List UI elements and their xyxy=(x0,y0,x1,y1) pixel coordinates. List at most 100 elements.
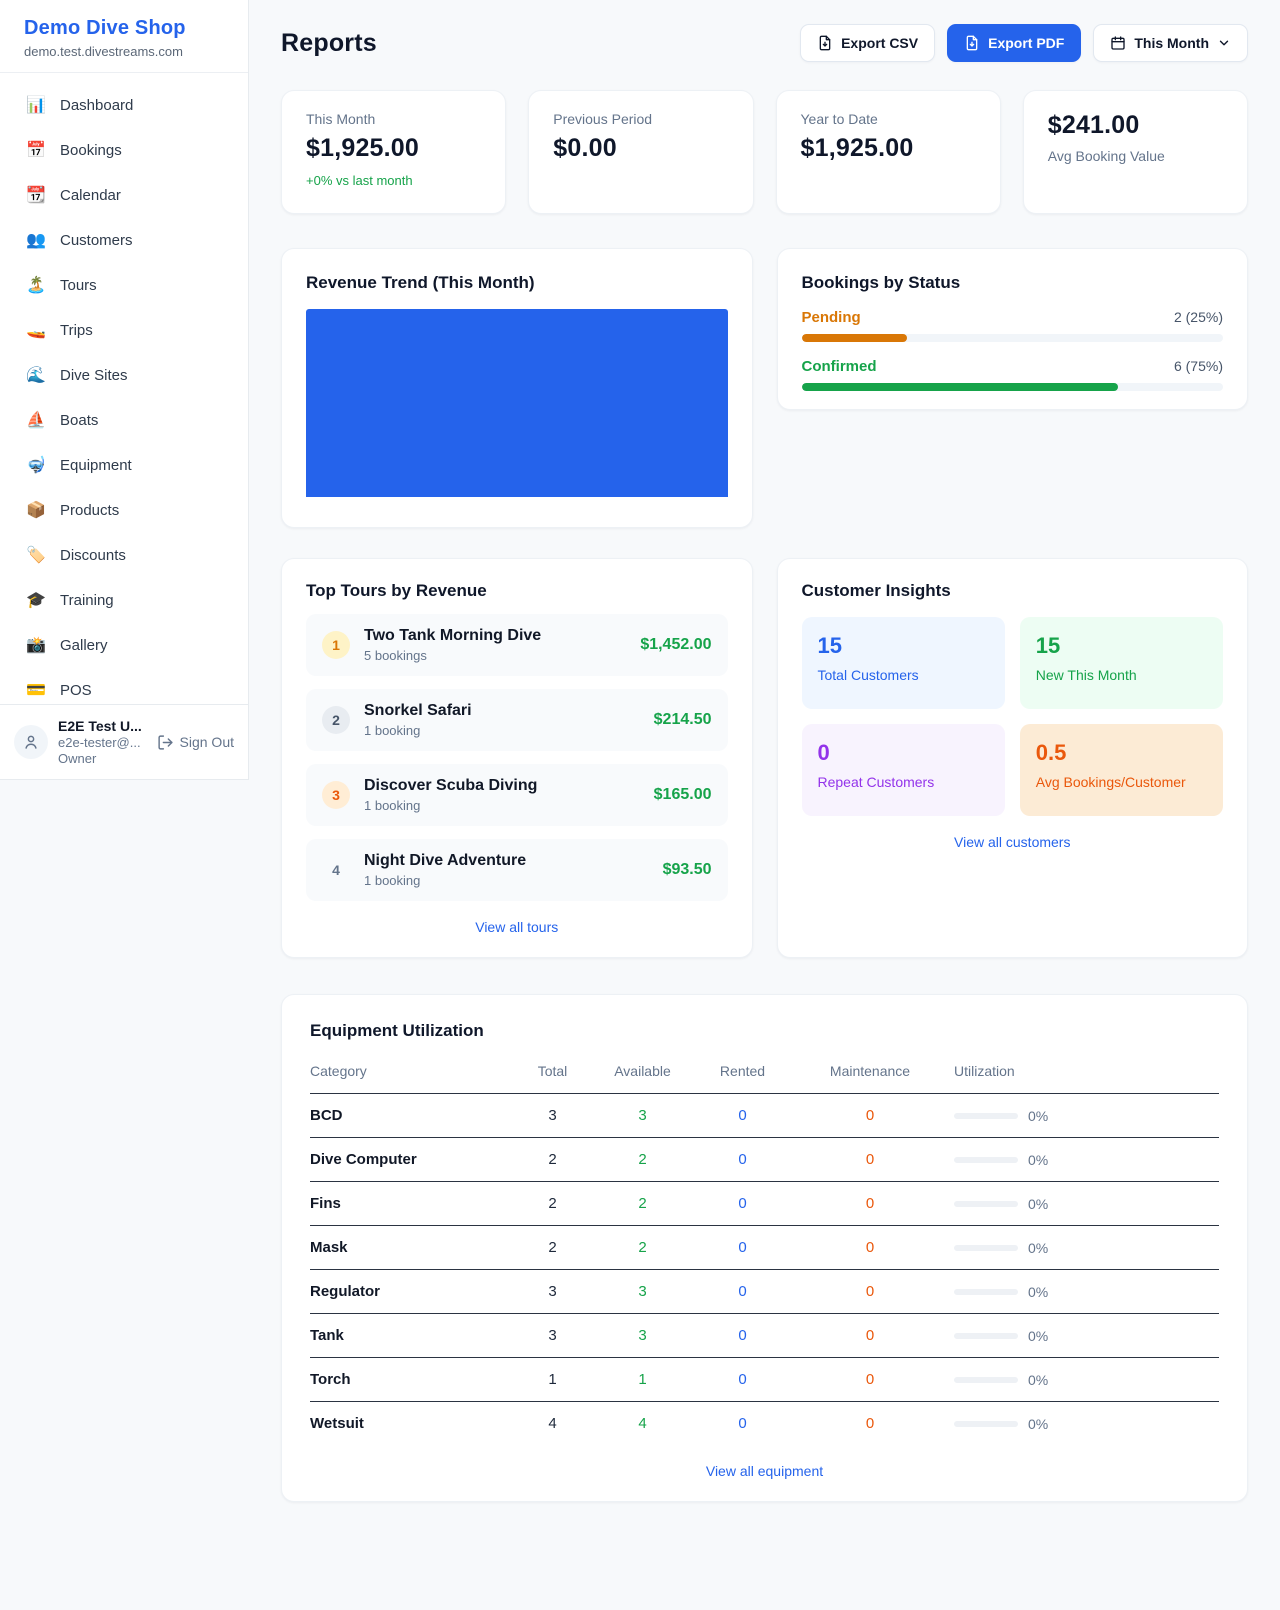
rank-badge: 3 xyxy=(322,781,350,809)
sidebar-item-trips[interactable]: 🚤Trips xyxy=(12,312,236,348)
tile-value: 15 xyxy=(818,633,989,659)
period-label: This Month xyxy=(1134,35,1209,51)
utilization-percent: 0% xyxy=(1028,1240,1048,1256)
user-email: e2e-tester@... xyxy=(58,735,147,750)
sidebar-item-discounts[interactable]: 🏷️ Discounts xyxy=(12,537,236,573)
status-label: Confirmed xyxy=(802,358,877,375)
cell-available: 3 xyxy=(600,1314,685,1358)
utilization-bar xyxy=(954,1157,1018,1163)
period-dropdown[interactable]: This Month xyxy=(1093,24,1248,62)
tour-name: Snorkel Safari xyxy=(364,702,472,720)
tour-bookings: 1 booking xyxy=(364,873,526,888)
cell-available: 2 xyxy=(600,1138,685,1182)
cell-category: Tank xyxy=(310,1314,505,1358)
cell-rented: 0 xyxy=(685,1182,800,1226)
column-header-rented: Rented xyxy=(685,1055,800,1094)
tile-label: Avg Bookings/Customer xyxy=(1036,774,1207,790)
sign-out-button[interactable]: Sign Out xyxy=(157,734,234,751)
chevron-down-icon xyxy=(1217,36,1231,50)
cell-available: 1 xyxy=(600,1358,685,1402)
stat-card-year-to-date: Year to Date $1,925.00 xyxy=(776,90,1001,214)
sidebar-item-calendar[interactable]: 📆Calendar xyxy=(12,177,236,213)
sidebar-item-customers[interactable]: 👥Customers xyxy=(12,222,236,258)
file-download-icon xyxy=(817,35,833,51)
user-info: E2E Test U... e2e-tester@... Owner xyxy=(58,718,147,766)
table-row: Regulator 3 3 0 0 0% xyxy=(310,1270,1219,1314)
cell-category: BCD xyxy=(310,1094,505,1138)
utilization-percent: 0% xyxy=(1028,1372,1048,1388)
sidebar-item-training[interactable]: 🎓Training xyxy=(12,582,236,618)
sidebar-item-label: Customers xyxy=(60,232,133,249)
stat-label: This Month xyxy=(306,111,481,127)
revenue-trend-card: Revenue Trend (This Month) xyxy=(281,248,753,528)
credit-card-icon: 💳 xyxy=(26,680,46,700)
view-all-customers-link[interactable]: View all customers xyxy=(802,834,1224,850)
tile-repeat-customers: 0 Repeat Customers xyxy=(802,724,1005,816)
progress-track xyxy=(802,383,1224,391)
tour-amount: $165.00 xyxy=(654,786,712,804)
cell-maintenance: 0 xyxy=(800,1138,940,1182)
camera-icon: 📸 xyxy=(26,635,46,655)
tour-bookings: 1 booking xyxy=(364,723,472,738)
stat-delta: +0% vs last month xyxy=(306,173,481,188)
equipment-utilization-title: Equipment Utilization xyxy=(310,1021,1219,1041)
progress-fill xyxy=(802,383,1118,391)
progress-track xyxy=(802,334,1224,342)
sidebar-item-label: Trips xyxy=(60,322,93,339)
status-row-confirmed: Confirmed 6 (75%) xyxy=(802,358,1224,391)
cell-total: 2 xyxy=(505,1138,600,1182)
sidebar-item-pos[interactable]: 💳POS xyxy=(12,672,236,704)
sidebar-item-products[interactable]: 📦Products xyxy=(12,492,236,528)
utilization-bar xyxy=(954,1333,1018,1339)
cell-maintenance: 0 xyxy=(800,1402,940,1446)
export-csv-button[interactable]: Export CSV xyxy=(800,24,935,62)
sidebar-item-bookings[interactable]: 📅Bookings xyxy=(12,132,236,168)
equipment-utilization-card: Equipment Utilization Category Total Ava… xyxy=(281,994,1248,1502)
island-icon: 🏝️ xyxy=(26,275,46,295)
sidebar-item-dashboard[interactable]: 📊Dashboard xyxy=(12,87,236,123)
sidebar-item-gallery[interactable]: 📸Gallery xyxy=(12,627,236,663)
export-pdf-button[interactable]: Export PDF xyxy=(947,24,1081,62)
tour-name: Discover Scuba Diving xyxy=(364,777,537,795)
calendar-icon xyxy=(1110,35,1126,51)
tour-amount: $214.50 xyxy=(654,711,712,729)
shop-header: Demo Dive Shop demo.test.divestreams.com xyxy=(0,0,248,73)
column-header-category: Category xyxy=(310,1055,505,1094)
tour-name: Two Tank Morning Dive xyxy=(364,627,541,645)
header-actions: Export CSV Export PDF This Month xyxy=(800,24,1248,62)
stat-card-this-month: This Month $1,925.00 +0% vs last month xyxy=(281,90,506,214)
view-all-tours-link[interactable]: View all tours xyxy=(306,919,728,935)
sidebar-item-equipment[interactable]: 🤿Equipment xyxy=(12,447,236,483)
stats-row: This Month $1,925.00 +0% vs last month P… xyxy=(281,90,1248,214)
tag-icon: 🏷️ xyxy=(26,545,46,565)
sidebar-nav: 📊Dashboard 📅Bookings 📆Calendar 👥Customer… xyxy=(0,73,248,704)
cell-utilization: 0% xyxy=(940,1226,1219,1270)
sidebar-item-label: Dive Sites xyxy=(60,367,128,384)
cell-category: Dive Computer xyxy=(310,1138,505,1182)
status-count: 6 (75%) xyxy=(1174,358,1223,374)
sidebar-item-label: Discounts xyxy=(60,547,126,564)
cell-rented: 0 xyxy=(685,1358,800,1402)
status-row-pending: Pending 2 (25%) xyxy=(802,309,1224,342)
sidebar-item-boats[interactable]: ⛵Boats xyxy=(12,402,236,438)
cell-maintenance: 0 xyxy=(800,1182,940,1226)
tour-bookings: 5 bookings xyxy=(364,648,541,663)
tile-value: 0 xyxy=(818,740,989,766)
utilization-bar xyxy=(954,1377,1018,1383)
cell-rented: 0 xyxy=(685,1314,800,1358)
cell-category: Torch xyxy=(310,1358,505,1402)
tile-value: 0.5 xyxy=(1036,740,1207,766)
cell-utilization: 0% xyxy=(940,1270,1219,1314)
cell-total: 2 xyxy=(505,1182,600,1226)
utilization-bar xyxy=(954,1113,1018,1119)
tour-row: 1 Two Tank Morning Dive5 bookings $1,452… xyxy=(306,614,728,676)
cell-available: 2 xyxy=(600,1182,685,1226)
sidebar-item-tours[interactable]: 🏝️Tours xyxy=(12,267,236,303)
sidebar-item-label: Bookings xyxy=(60,142,122,159)
tour-row: 2 Snorkel Safari1 booking $214.50 xyxy=(306,689,728,751)
sidebar-item-label: Dashboard xyxy=(60,97,133,114)
view-all-equipment-link[interactable]: View all equipment xyxy=(310,1463,1219,1479)
sidebar-item-dive-sites[interactable]: 🌊Dive Sites xyxy=(12,357,236,393)
tour-row: 4 Night Dive Adventure1 booking $93.50 xyxy=(306,839,728,901)
stat-value: $1,925.00 xyxy=(306,134,481,163)
